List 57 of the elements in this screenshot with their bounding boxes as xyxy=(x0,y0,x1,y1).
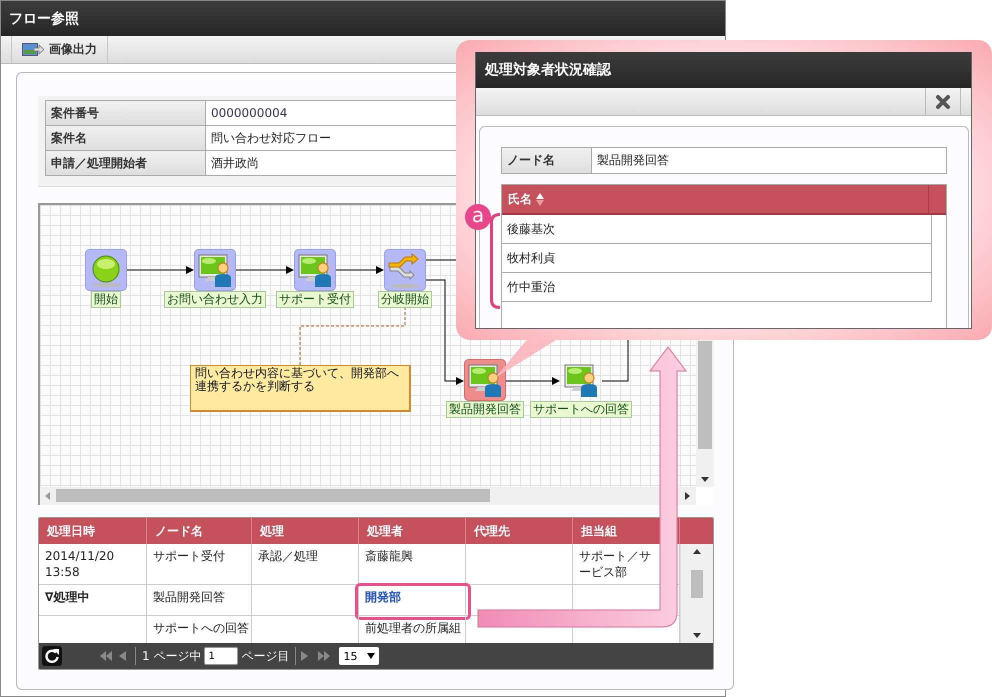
table-cell[interactable]: 牧村利貞 xyxy=(502,244,932,273)
info-label: 案件名 xyxy=(46,126,206,151)
node-label: お問い合わせ入力 xyxy=(164,291,266,308)
table-cell: サポート／サービス部 xyxy=(579,549,651,579)
page-input[interactable]: 1 xyxy=(204,647,238,665)
sort-icon[interactable] xyxy=(536,192,544,206)
user-task-icon[interactable] xyxy=(294,249,336,291)
scroll-left-icon[interactable] xyxy=(45,492,50,500)
node-label: 分岐開始 xyxy=(378,291,432,308)
branch-node-icon[interactable] xyxy=(384,249,426,291)
scroll-thumb[interactable] xyxy=(691,570,703,598)
refresh-icon[interactable] xyxy=(42,646,62,666)
caret-icon xyxy=(367,653,376,659)
start-node-icon[interactable] xyxy=(85,249,127,291)
scroll-thumb[interactable] xyxy=(698,341,712,449)
table-cell: 製品開発回答 xyxy=(153,590,225,604)
page-size-select[interactable]: 15 xyxy=(339,647,380,665)
scroll-thumb[interactable] xyxy=(56,489,490,502)
dialog-title: 処理対象者状況確認 xyxy=(485,61,611,79)
connector-arrow xyxy=(126,266,194,274)
table-cell: サポートへの回答 xyxy=(153,621,249,635)
window-title: フロー参照 xyxy=(9,10,79,28)
node-label: サポートへの回答 xyxy=(530,401,632,418)
close-button[interactable] xyxy=(925,88,961,115)
table-cell: 承認／処理 xyxy=(258,549,318,563)
marker-badge: a xyxy=(465,204,491,230)
node-label: 製品開発回答 xyxy=(446,401,524,418)
info-label: 案件番号 xyxy=(46,101,206,126)
table-cell[interactable]: 竹中重治 xyxy=(502,273,932,302)
node-label: サポート受付 xyxy=(276,291,354,308)
close-icon xyxy=(935,94,951,110)
image-icon xyxy=(22,42,44,56)
info-label: 申請／処理開始者 xyxy=(46,151,206,176)
note-text: 問い合わせ内容に基づいて、開発部へ連携するかを判断する xyxy=(190,365,411,412)
horizontal-scrollbar[interactable] xyxy=(40,487,696,505)
table-cell: サポート受付 xyxy=(153,549,225,563)
connector-arrow xyxy=(336,266,384,274)
scroll-down-icon[interactable] xyxy=(701,477,709,482)
node-label: 開始 xyxy=(91,291,121,308)
table-cell: 2014/11/20 13:58 xyxy=(45,549,114,579)
connector-arrow xyxy=(236,266,294,274)
department-link[interactable]: 開発部 xyxy=(365,590,401,604)
next-last-icon[interactable] xyxy=(301,650,332,662)
connector-arrow xyxy=(506,377,560,385)
scroll-up-icon[interactable] xyxy=(693,549,701,554)
field-label: ノード名 xyxy=(502,148,592,173)
table-cell[interactable]: 後藤基次 xyxy=(502,215,932,244)
status-text: ∇処理中 xyxy=(45,590,90,604)
table-cell: 斎藤龍興 xyxy=(365,549,413,563)
user-task-icon[interactable] xyxy=(194,249,236,291)
table-cell: 前処理者の所属組 xyxy=(365,621,461,635)
page-suffix-text: ページ目 xyxy=(240,648,290,664)
vertical-scrollbar[interactable] xyxy=(680,544,713,643)
scroll-down-icon[interactable] xyxy=(693,633,701,638)
image-export-button[interactable]: 画像出力 xyxy=(11,36,108,63)
user-task-icon[interactable] xyxy=(464,359,506,401)
page-count-text: 1 ページ中 xyxy=(141,648,202,664)
